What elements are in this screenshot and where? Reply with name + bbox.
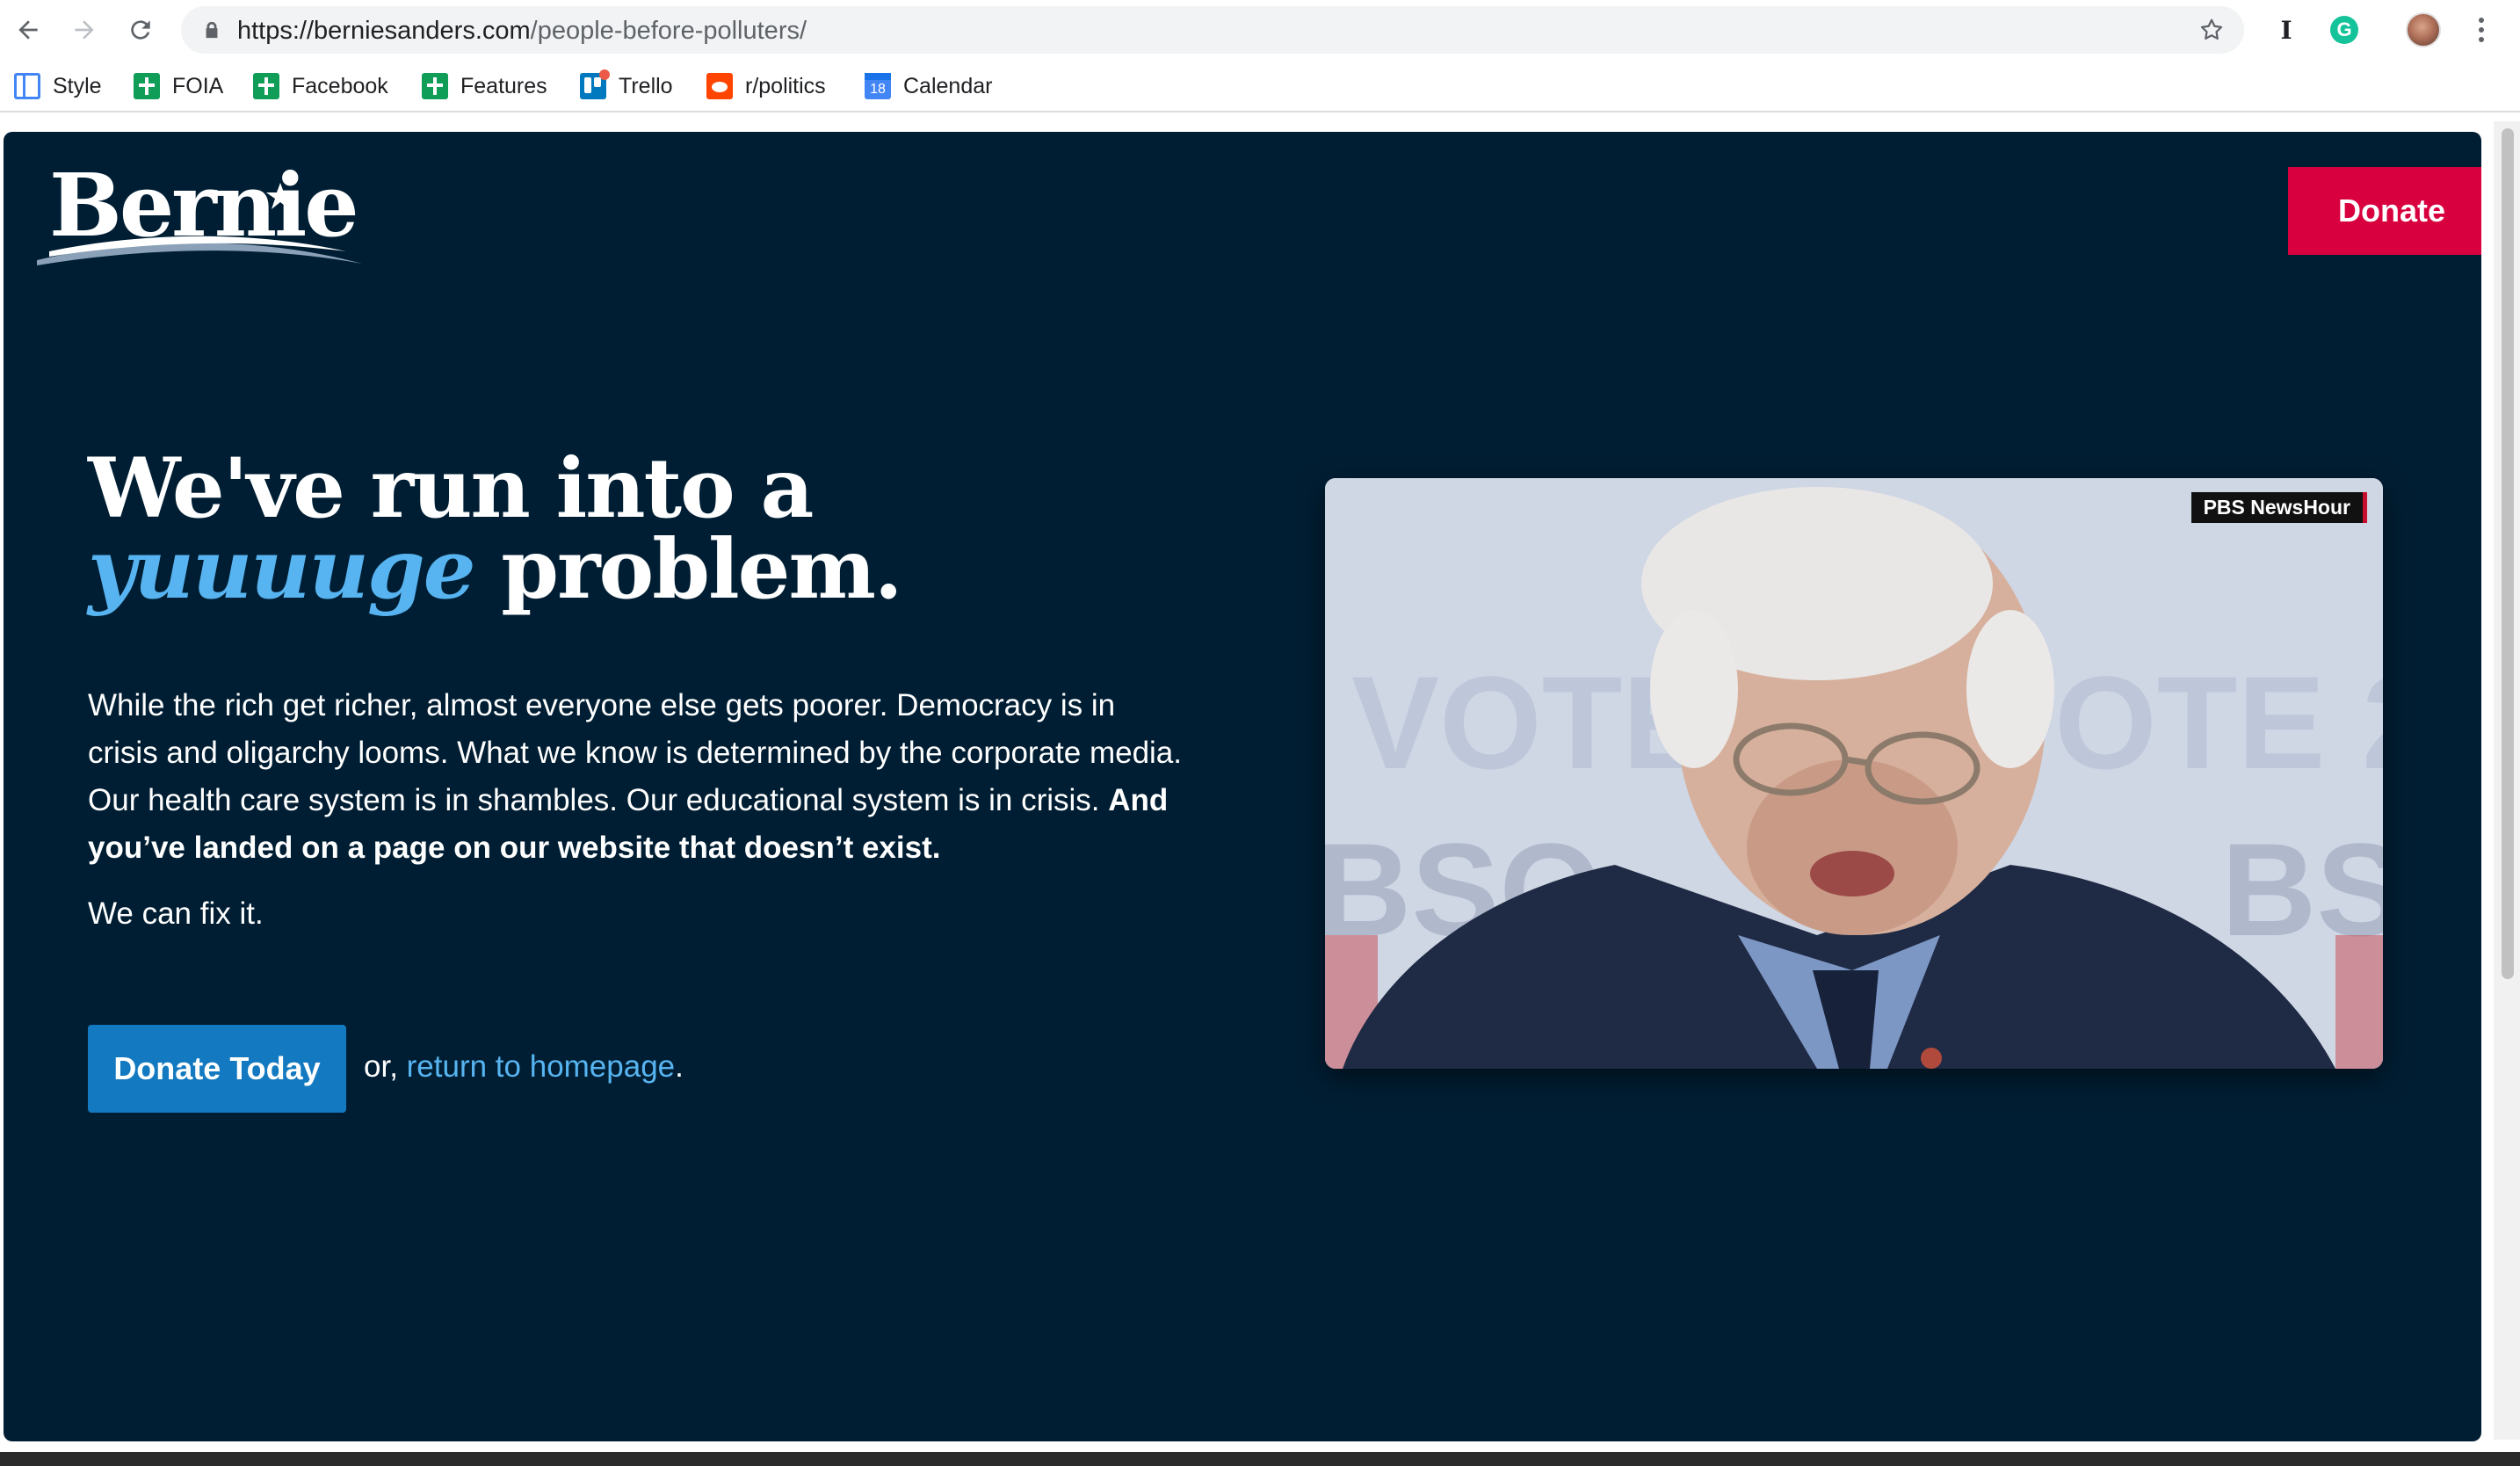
bookmark-rpolitics[interactable]: r/politics	[706, 70, 826, 102]
header-donate-button[interactable]: Donate	[2288, 167, 2481, 255]
menu-icon[interactable]	[2471, 12, 2492, 47]
bookmark-label: Facebook	[292, 73, 388, 98]
calendar-icon: 18	[865, 73, 891, 99]
lock-icon	[206, 21, 218, 39]
grammarly-icon[interactable]: G	[2327, 12, 2362, 47]
bookmark-trello[interactable]: Trello	[580, 69, 673, 102]
browser-toolbar: https://berniesanders.com/people-before-…	[0, 0, 2520, 60]
trello-icon	[580, 69, 610, 99]
fix-line: We can fix it.	[88, 896, 264, 931]
bookmark-label: Trello	[619, 73, 673, 98]
bookmark-label: FOIA	[172, 73, 224, 98]
bookmark-calendar[interactable]: 18 Calendar	[865, 70, 992, 102]
address-bar[interactable]: https://berniesanders.com/people-before-…	[181, 6, 2244, 54]
bernie-logo[interactable]: Bernie	[30, 156, 364, 271]
url-path: /people-before-polluters/	[530, 17, 807, 45]
homepage-prompt: or, return to homepage.	[364, 1049, 684, 1085]
back-icon[interactable]	[11, 12, 46, 47]
bookmark-label: Style	[53, 73, 102, 98]
video-source-badge: PBS NewsHour	[2191, 492, 2367, 523]
bookmark-facebook[interactable]: Facebook	[253, 70, 388, 102]
logo-wordmark: Bernie	[49, 156, 359, 257]
body-text: While the rich get richer, almost everyo…	[88, 688, 1182, 817]
bookmark-foia[interactable]: FOIA	[134, 70, 223, 102]
body-paragraph: While the rich get richer, almost everyo…	[88, 682, 1186, 872]
bookmark-label: Calendar	[903, 73, 993, 98]
video-gif: VOTE 2 VOTE 2 BSO BSO PBS NewsHour	[1325, 478, 2383, 1069]
profile-avatar[interactable]	[2406, 12, 2441, 47]
scrollbar-thumb[interactable]	[2502, 128, 2514, 979]
page-scrollbar[interactable]	[2494, 121, 2520, 1440]
instapaper-icon[interactable]: I	[2269, 12, 2304, 47]
bookmark-label: Features	[460, 73, 547, 98]
sheets-icon	[253, 73, 279, 99]
reddit-icon	[706, 73, 733, 99]
sheets-icon	[422, 73, 448, 99]
grammarly-badge: G	[2330, 16, 2358, 44]
headline-emphasis: yuuuuge	[88, 521, 476, 618]
forward-icon[interactable]	[67, 12, 102, 47]
sheets-icon	[134, 73, 160, 99]
url-text[interactable]: https://berniesanders.com/people-before-…	[237, 17, 807, 46]
bookmark-star-icon[interactable]	[2198, 17, 2225, 43]
bookmark-label: r/politics	[745, 73, 826, 98]
bookmark-style[interactable]: Style	[14, 70, 102, 102]
docs-icon	[14, 73, 40, 99]
bookmark-features[interactable]: Features	[422, 70, 547, 102]
page-viewport: Bernie Donate We've run into a yuuuuge p…	[4, 132, 2481, 1441]
headline-rest: problem.	[501, 521, 902, 618]
page-headline: We've run into a yuuuuge problem.	[88, 447, 903, 611]
url-host: https://berniesanders.com	[237, 17, 531, 45]
or-prefix: or,	[364, 1049, 398, 1084]
return-homepage-link[interactable]: return to homepage	[407, 1049, 675, 1084]
reload-icon[interactable]	[123, 12, 158, 47]
bookmarks-bar: Style FOIA Facebook Features Trello r/po…	[0, 60, 2520, 112]
donate-today-button[interactable]: Donate Today	[88, 1025, 346, 1113]
or-suffix: .	[675, 1049, 684, 1084]
video-frame: VOTE 2 VOTE 2 BSO BSO	[1325, 478, 2383, 1069]
window-bottom-edge	[0, 1452, 2520, 1466]
